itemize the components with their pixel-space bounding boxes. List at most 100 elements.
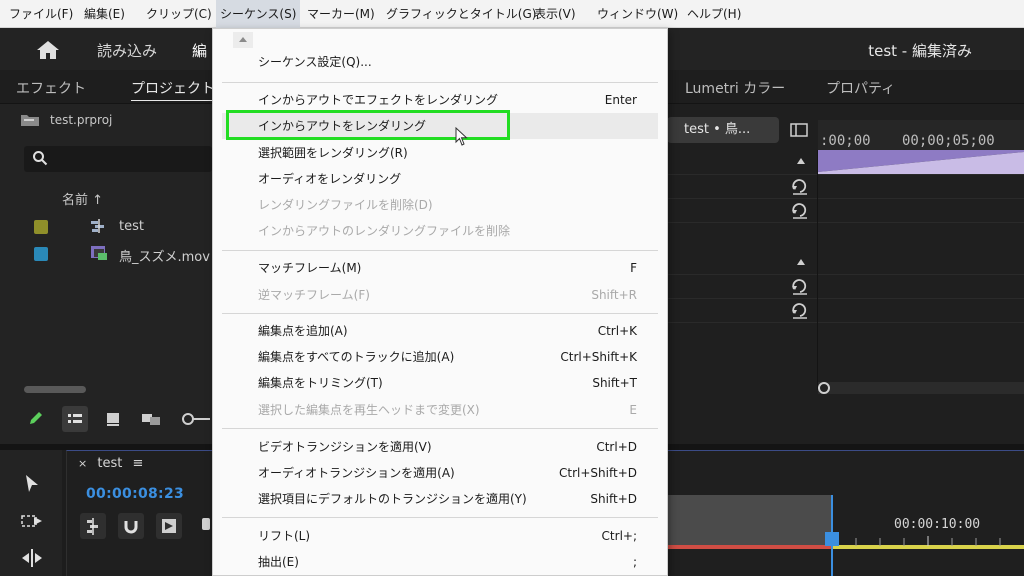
selection-tool-icon[interactable] [24,474,40,494]
menu-sequence[interactable]: シーケンス(S) [216,0,301,28]
unrendered-bar [668,545,832,549]
search-icon [33,151,48,166]
linked-selection-button[interactable] [156,513,182,539]
tab-properties[interactable]: プロパティ [826,78,895,98]
ripple-edit-tool-icon[interactable] [20,548,44,568]
sync-lock-icon[interactable] [790,201,810,219]
menu-shortcut: Shift+D [590,492,637,506]
workspace-tab-edit[interactable]: 編 [192,40,207,61]
horizontal-scrollbar[interactable] [818,382,1024,394]
menu-item-extract[interactable]: 抽出(E) [258,554,299,570]
track-divider [668,274,1024,275]
menu-edit[interactable]: 編集(E) [84,0,125,28]
menu-item-extend-edit-to-playhead: 選択した編集点を再生ヘッドまで変更(X) [258,403,480,417]
menu-file[interactable]: ファイル(F) [9,0,73,28]
freeform-view-button[interactable] [138,406,164,432]
project-item-label: test [119,219,144,234]
nest-button[interactable] [80,513,106,539]
menu-item-match-frame[interactable]: マッチフレーム(M) [258,260,361,276]
menu-item-sequence-settings[interactable]: シーケンス設定(Q)... [258,54,372,70]
project-item-clip[interactable]: 鳥_スズメ.mov [0,241,212,267]
timeline-ruler-label: 00:00:10:00 [894,517,981,532]
freeform-view-icon [142,414,160,425]
hamburger-menu-icon[interactable]: ≡ [132,456,143,471]
clip-icon [91,246,107,260]
scrollbar-handle[interactable] [818,382,830,394]
ruler-label: :00;00 [820,133,871,149]
timeline-timecode[interactable]: 00:00:08:23 [86,486,184,502]
menu-item-render-audio[interactable]: オーディオをレンダリング [258,171,401,187]
menu-bar: ファイル(F) 編集(E) クリップ(C) シーケンス(S) マーカー(M) グ… [0,0,1024,28]
menu-graphics-titles[interactable]: グラフィックとタイトル(G) [386,0,536,28]
menu-window[interactable]: ウィンドウ(W) [597,0,678,28]
collapse-arrow-icon[interactable] [797,259,805,265]
list-view-icon [68,414,82,423]
workspace-tab-import[interactable]: 読み込み [97,40,157,61]
menu-item-apply-video-transition[interactable]: ビデオトランジションを適用(V) [258,439,432,455]
project-scrollbar[interactable] [24,386,86,393]
project-item-label: 鳥_スズメ.mov [119,250,210,265]
project-item-test[interactable]: test [0,214,212,240]
sort-ascending-icon: ↑ [92,193,104,208]
menu-item-apply-default-transitions[interactable]: 選択項目にデフォルトのトランジションを適用(Y) [258,491,527,507]
sequence-icon [91,219,104,233]
sync-lock-icon[interactable] [790,177,810,195]
icon-view-button[interactable] [100,406,126,432]
close-icon[interactable]: × [78,457,87,470]
menu-item-reverse-match-frame: 逆マッチフレーム(F) [258,288,370,302]
track-divider [668,222,1024,223]
menu-shortcut: Ctrl+; [601,529,637,543]
tab-lumetri-color[interactable]: Lumetri カラー [685,78,785,98]
add-marker-icon[interactable] [202,518,210,530]
menu-shortcut: F [630,261,637,275]
project-file: test.prproj [20,113,112,127]
menu-shortcut: Ctrl+Shift+K [560,350,637,364]
nest-icon [87,518,98,535]
label-color-swatch[interactable] [34,247,48,261]
tab-effects[interactable]: エフェクト [16,78,86,98]
sequence-selector[interactable]: test • 鳥... [667,117,779,143]
menu-item-apply-audio-transition[interactable]: オーディオトランジションを適用(A) [258,465,455,481]
timeline-tab-label: test [97,456,123,471]
timeline-tab[interactable]: × test ≡ [78,456,143,471]
zoom-slider[interactable] [180,411,210,427]
label-color-swatch[interactable] [34,220,48,234]
work-area-bar[interactable] [818,150,1024,174]
menu-separator [222,313,658,314]
menu-view[interactable]: 表示(V) [534,0,576,28]
playhead[interactable] [825,532,839,546]
menu-shortcut: Shift+T [592,376,637,390]
menu-item-render-selection[interactable]: 選択範囲をレンダリング(R) [258,145,408,161]
column-header-name[interactable]: 名前 ↑ [62,189,103,208]
menu-scroll-up-arrow[interactable] [233,32,253,48]
menu-item-render-effects-in-to-out[interactable]: インからアウトでエフェクトをレンダリング [258,92,498,108]
home-icon[interactable] [36,40,60,60]
sync-lock-icon[interactable] [790,301,810,319]
menu-shortcut: E [629,403,637,417]
menu-item-add-edit-all-tracks[interactable]: 編集点をすべてのトラックに追加(A) [258,349,454,365]
menu-item-trim-edit[interactable]: 編集点をトリミング(T) [258,375,383,391]
sync-lock-icon[interactable] [790,277,810,295]
in-out-range[interactable] [668,495,832,547]
menu-shortcut: Ctrl+K [597,324,637,338]
menu-help[interactable]: ヘルプ(H) [687,0,741,28]
list-view-button[interactable] [62,406,88,432]
project-title: test - 編集済み [868,42,972,60]
menu-item-add-edit[interactable]: 編集点を追加(A) [258,323,348,339]
mouse-cursor-icon [455,127,468,146]
column-name-label: 名前 [62,193,89,208]
menu-clip[interactable]: クリップ(C) [146,0,212,28]
menu-item-lift[interactable]: リフト(L) [258,528,310,544]
menu-shortcut: Ctrl+Shift+D [559,466,637,480]
ruler-label: 00;00;05;00 [902,133,995,149]
tab-project[interactable]: プロジェクト [131,78,215,101]
menu-marker[interactable]: マーカー(M) [307,0,375,28]
search-input[interactable] [24,146,212,172]
panel-layout-icon[interactable] [790,122,808,138]
pencil-icon[interactable] [28,410,44,426]
menu-separator [222,428,658,429]
snap-button[interactable] [118,513,144,539]
magnet-icon [124,521,138,534]
collapse-arrow-icon[interactable] [797,158,805,164]
track-select-tool-icon[interactable] [20,512,44,530]
